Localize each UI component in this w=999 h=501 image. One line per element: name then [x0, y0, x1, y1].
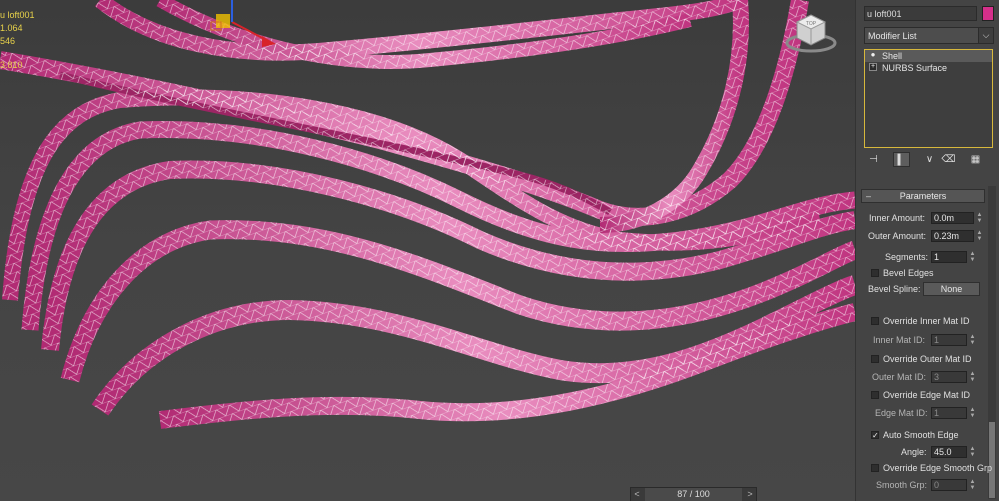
rollout-title: Parameters: [899, 191, 947, 201]
lightbulb-icon[interactable]: ●: [869, 51, 877, 59]
stack-item-shell[interactable]: ● Shell: [865, 50, 992, 62]
time-slider[interactable]: < 87 / 100 >: [630, 487, 757, 501]
smooth-grp-spinner[interactable]: ▲ ▼: [969, 479, 976, 491]
command-panel-scrollbar[interactable]: [988, 186, 996, 499]
time-frame-readout[interactable]: 87 / 100: [645, 488, 742, 501]
segments-field[interactable]: 1: [931, 251, 967, 263]
angle-spinner[interactable]: ▲ ▼: [969, 446, 976, 458]
viewcube[interactable]: TOP: [783, 10, 839, 54]
outer-amount-field[interactable]: 0.23m: [931, 230, 974, 242]
override-outer-mat-checkbox[interactable]: [871, 355, 879, 363]
remove-modifier-icon[interactable]: ⌫: [940, 152, 957, 167]
time-next-button[interactable]: >: [744, 488, 756, 501]
smooth-grp-field[interactable]: 0: [931, 479, 967, 491]
stat-line-1: 1.064: [0, 23, 23, 33]
stack-item-label: NURBS Surface: [882, 63, 948, 73]
configure-modifier-sets-icon[interactable]: ▦: [967, 152, 984, 167]
expand-plus-icon[interactable]: +: [869, 63, 877, 71]
modifier-list-label: Modifier List: [868, 31, 917, 41]
stat-line-2: 546: [0, 36, 16, 46]
inner-mat-id-field[interactable]: 1: [931, 334, 967, 346]
inner-mat-id-label: Inner Mat ID:: [873, 335, 926, 345]
viewcube-label: TOP: [806, 21, 817, 27]
override-edge-smooth-checkbox[interactable]: [871, 464, 879, 472]
time-prev-button[interactable]: <: [631, 488, 643, 501]
inner-mat-id-spinner[interactable]: ▲ ▼: [969, 334, 976, 346]
angle-field[interactable]: 45.0: [931, 446, 967, 458]
bevel-edges-checkbox[interactable]: [871, 269, 879, 277]
perspective-viewport[interactable]: u loft001 1.064 546 3.810 TOP < 87 / 100…: [0, 0, 855, 501]
override-edge-mat-checkbox[interactable]: [871, 391, 879, 399]
inner-amount-spinner[interactable]: ▲ ▼: [976, 212, 983, 224]
bevel-spline-label: Bevel Spline:: [868, 284, 921, 294]
override-inner-mat-label: Override Inner Mat ID: [883, 316, 970, 326]
loft-ribbon-scene: [0, 0, 855, 429]
override-inner-mat-checkbox[interactable]: [871, 317, 879, 325]
modifier-list-dropdown[interactable]: Modifier List ⌵: [864, 27, 994, 44]
auto-smooth-edge-checkbox[interactable]: ✓: [871, 431, 879, 440]
make-unique-icon[interactable]: ∨: [921, 152, 938, 167]
object-name-field[interactable]: u loft001: [864, 6, 977, 21]
segments-label: Segments:: [885, 252, 929, 262]
pin-stack-icon[interactable]: ⊣: [865, 152, 882, 167]
edge-mat-id-spinner[interactable]: ▲ ▼: [969, 407, 976, 419]
smooth-grp-label: Smooth Grp:: [876, 480, 928, 490]
scrollbar-thumb[interactable]: [989, 422, 995, 498]
parameters-rollout-header[interactable]: – Parameters: [861, 189, 985, 203]
outer-mat-id-field[interactable]: 3: [931, 371, 967, 383]
outer-mat-id-spinner[interactable]: ▲ ▼: [969, 371, 976, 383]
edge-mat-id-label: Edge Mat ID:: [875, 408, 928, 418]
stack-item-nurbs-surface[interactable]: + NURBS Surface: [865, 62, 992, 74]
stack-toolbar: ⊣ ▍ ∨ ⌫ ▦: [864, 152, 994, 168]
override-outer-mat-label: Override Outer Mat ID: [883, 354, 972, 364]
outer-mat-id-label: Outer Mat ID:: [872, 372, 927, 382]
inner-amount-field[interactable]: 0.0m: [931, 212, 974, 224]
stack-item-label: Shell: [882, 51, 903, 61]
angle-label: Angle:: [901, 447, 927, 457]
modifier-stack[interactable]: ● Shell + NURBS Surface: [864, 49, 993, 148]
stat-line-3: 3.810: [0, 60, 23, 70]
bevel-spline-button[interactable]: None: [923, 282, 980, 296]
bevel-edges-label: Bevel Edges: [883, 268, 934, 278]
edge-mat-id-field[interactable]: 1: [931, 407, 967, 419]
segments-spinner[interactable]: ▲ ▼: [969, 251, 976, 263]
object-color-swatch[interactable]: [982, 6, 994, 21]
wireframe-overlay: [0, 0, 855, 429]
outer-amount-spinner[interactable]: ▲ ▼: [976, 230, 983, 242]
outer-amount-label: Outer Amount:: [868, 231, 927, 241]
auto-smooth-edge-label: Auto Smooth Edge: [883, 430, 959, 440]
show-end-result-icon[interactable]: ▍: [893, 152, 910, 167]
override-edge-smooth-label: Override Edge Smooth Grp: [883, 463, 993, 473]
collapse-minus-icon: –: [866, 191, 872, 201]
stat-object-name: u loft001: [0, 10, 35, 20]
chevron-down-icon: ⌵: [978, 28, 993, 43]
inner-amount-label: Inner Amount:: [869, 213, 926, 223]
override-edge-mat-label: Override Edge Mat ID: [883, 390, 971, 400]
